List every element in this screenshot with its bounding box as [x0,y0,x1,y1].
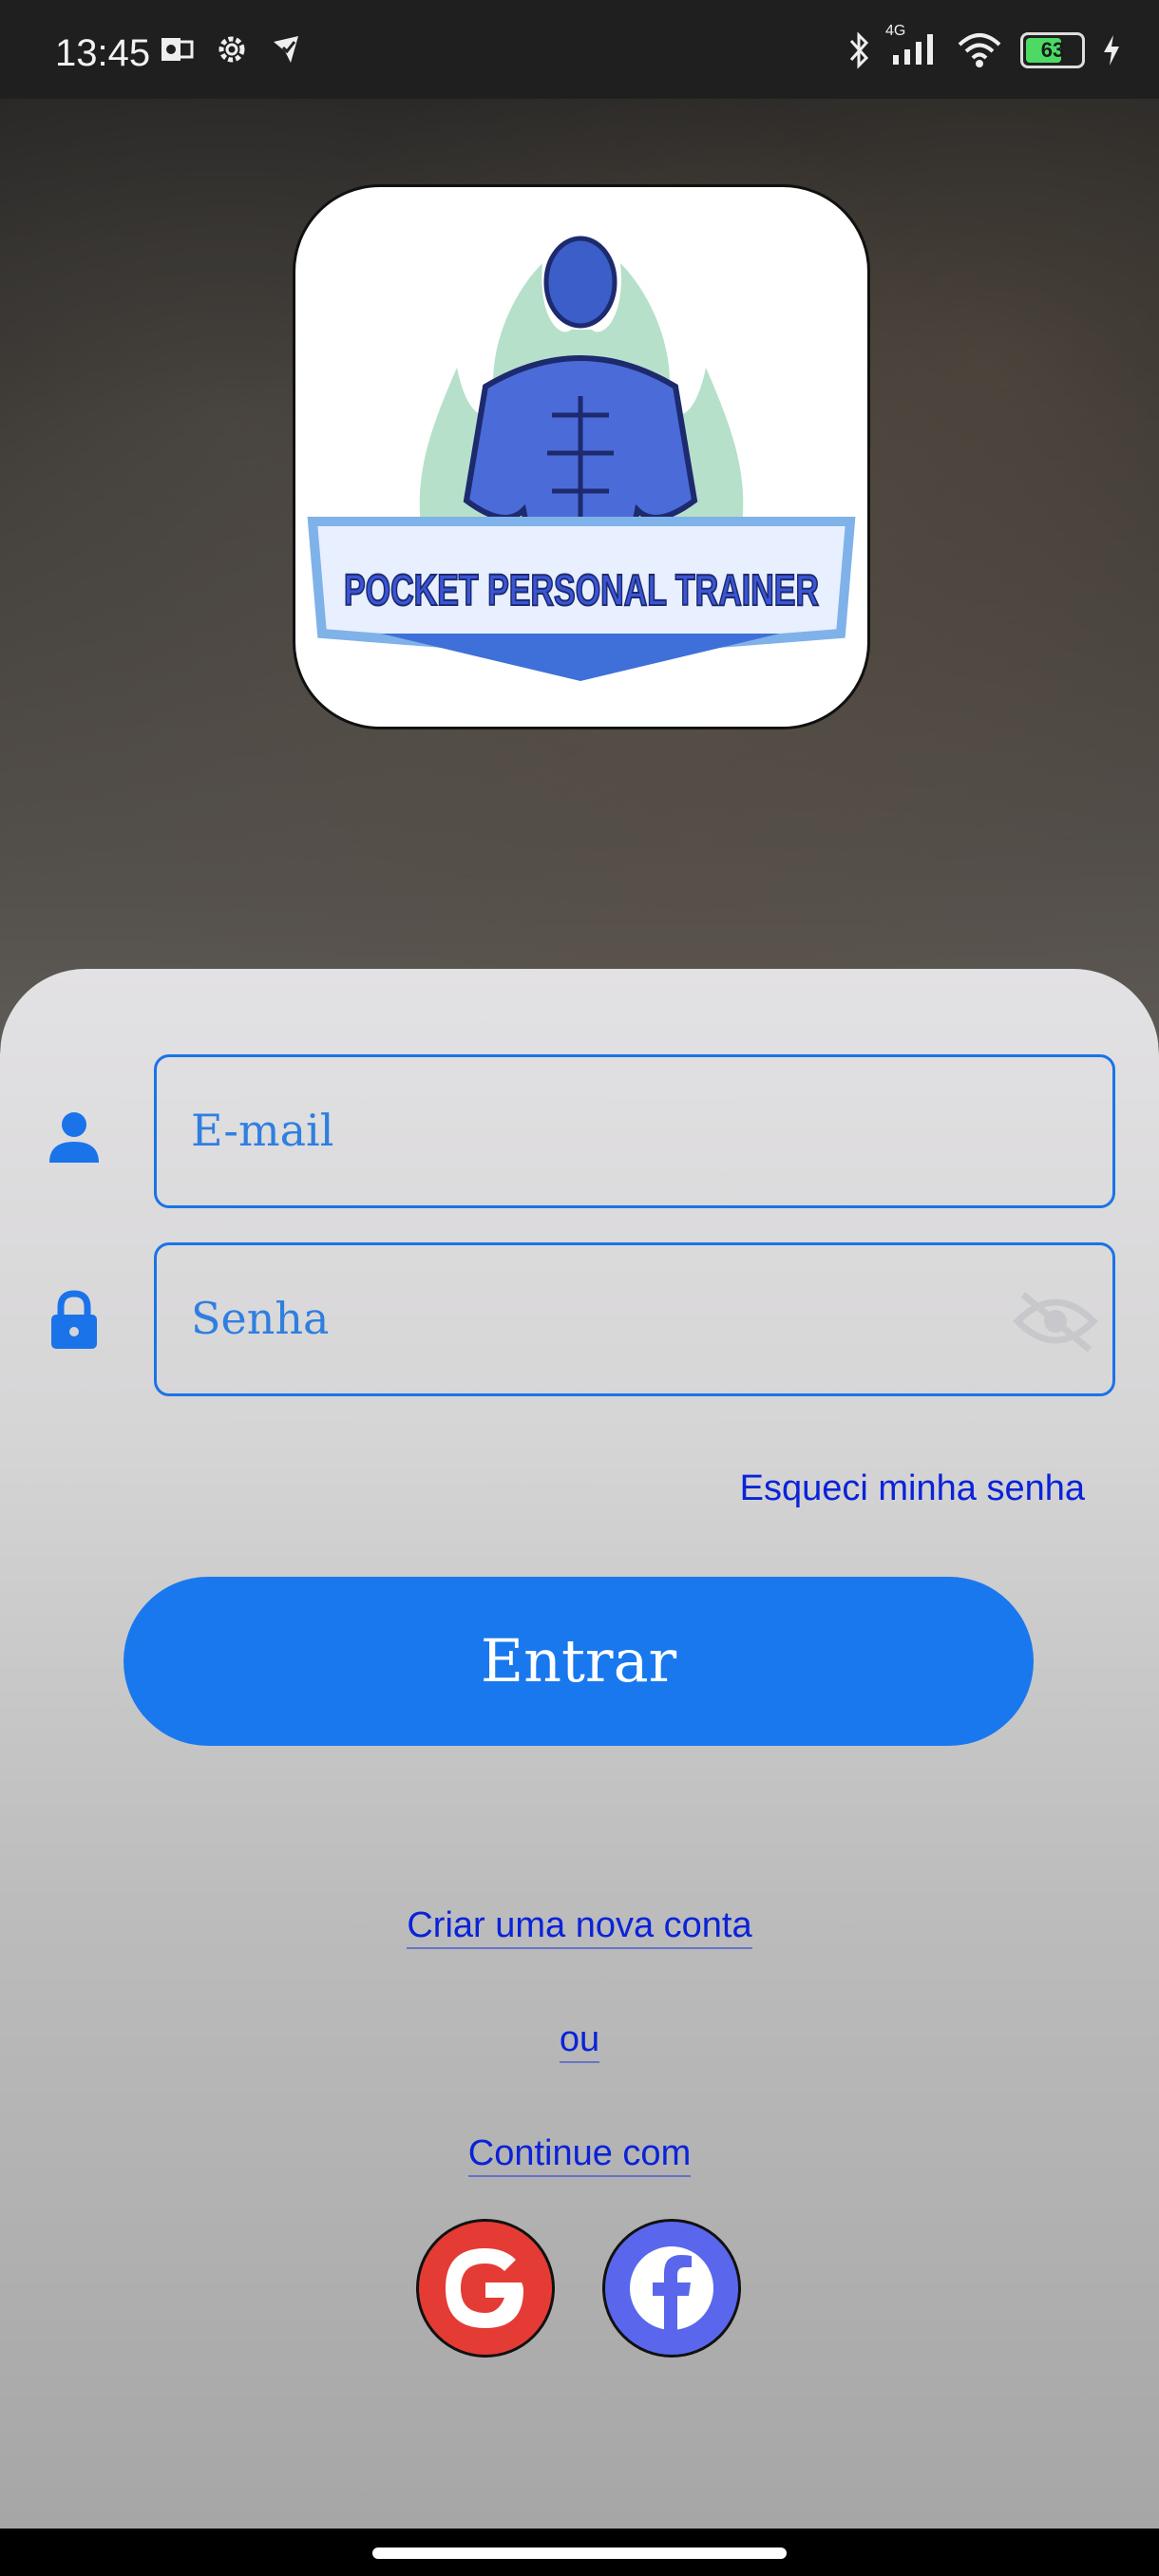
enter-button[interactable]: Entrar [124,1577,1034,1746]
charging-icon [1104,34,1119,66]
status-bar: 13:45 4G 63 [0,0,1159,99]
google-icon [446,2248,523,2328]
bodybuilder-logo-icon: POCKET PERSONAL TRAINER [307,236,856,681]
vpn-shield-icon [270,32,304,66]
password-field[interactable]: Senha [154,1242,1115,1396]
app-logo: POCKET PERSONAL TRAINER [293,184,870,729]
battery-level: 63 [1040,37,1065,62]
create-account-row: Criar uma nova conta [0,1905,1159,1949]
create-account-link[interactable]: Criar uma nova conta [407,1905,752,1949]
lock-icon [51,1290,97,1349]
network-type: 4G [885,23,906,39]
bluetooth-icon [849,30,869,69]
logo-text: POCKET PERSONAL TRAINER [344,565,819,615]
wifi-icon [958,32,1001,67]
home-gesture-handle[interactable] [372,2548,787,2559]
outlook-icon [160,32,194,66]
facebook-icon [630,2246,713,2330]
settings-gear-icon [215,32,249,66]
status-right-icons: 4G 63 [847,23,1121,71]
or-row: ou [0,2019,1159,2063]
login-card: E-mail Senha Esqueci minha senha Entrar … [0,969,1159,2529]
facebook-login-button[interactable] [602,2219,741,2358]
person-icon [49,1112,99,1163]
or-text: ou [559,2019,600,2063]
battery-icon: 63 [1020,31,1085,68]
email-row: E-mail [0,1054,1159,1214]
email-placeholder: E-mail [191,1105,334,1156]
continue-with-text: Continue com [467,2133,692,2177]
navigation-bar [0,2529,1159,2576]
password-placeholder: Senha [191,1293,330,1344]
signal-icon: 4G [885,23,939,71]
password-row: Senha [0,1242,1159,1402]
visibility-off-icon[interactable] [1012,1287,1099,1355]
continue-row: Continue com [0,2133,1159,2177]
email-field[interactable]: E-mail [154,1054,1115,1208]
status-notification-icons [160,32,304,66]
status-time: 13:45 [55,32,151,74]
forgot-password-link[interactable]: Esqueci minha senha [740,1468,1085,1509]
google-login-button[interactable] [416,2219,555,2358]
